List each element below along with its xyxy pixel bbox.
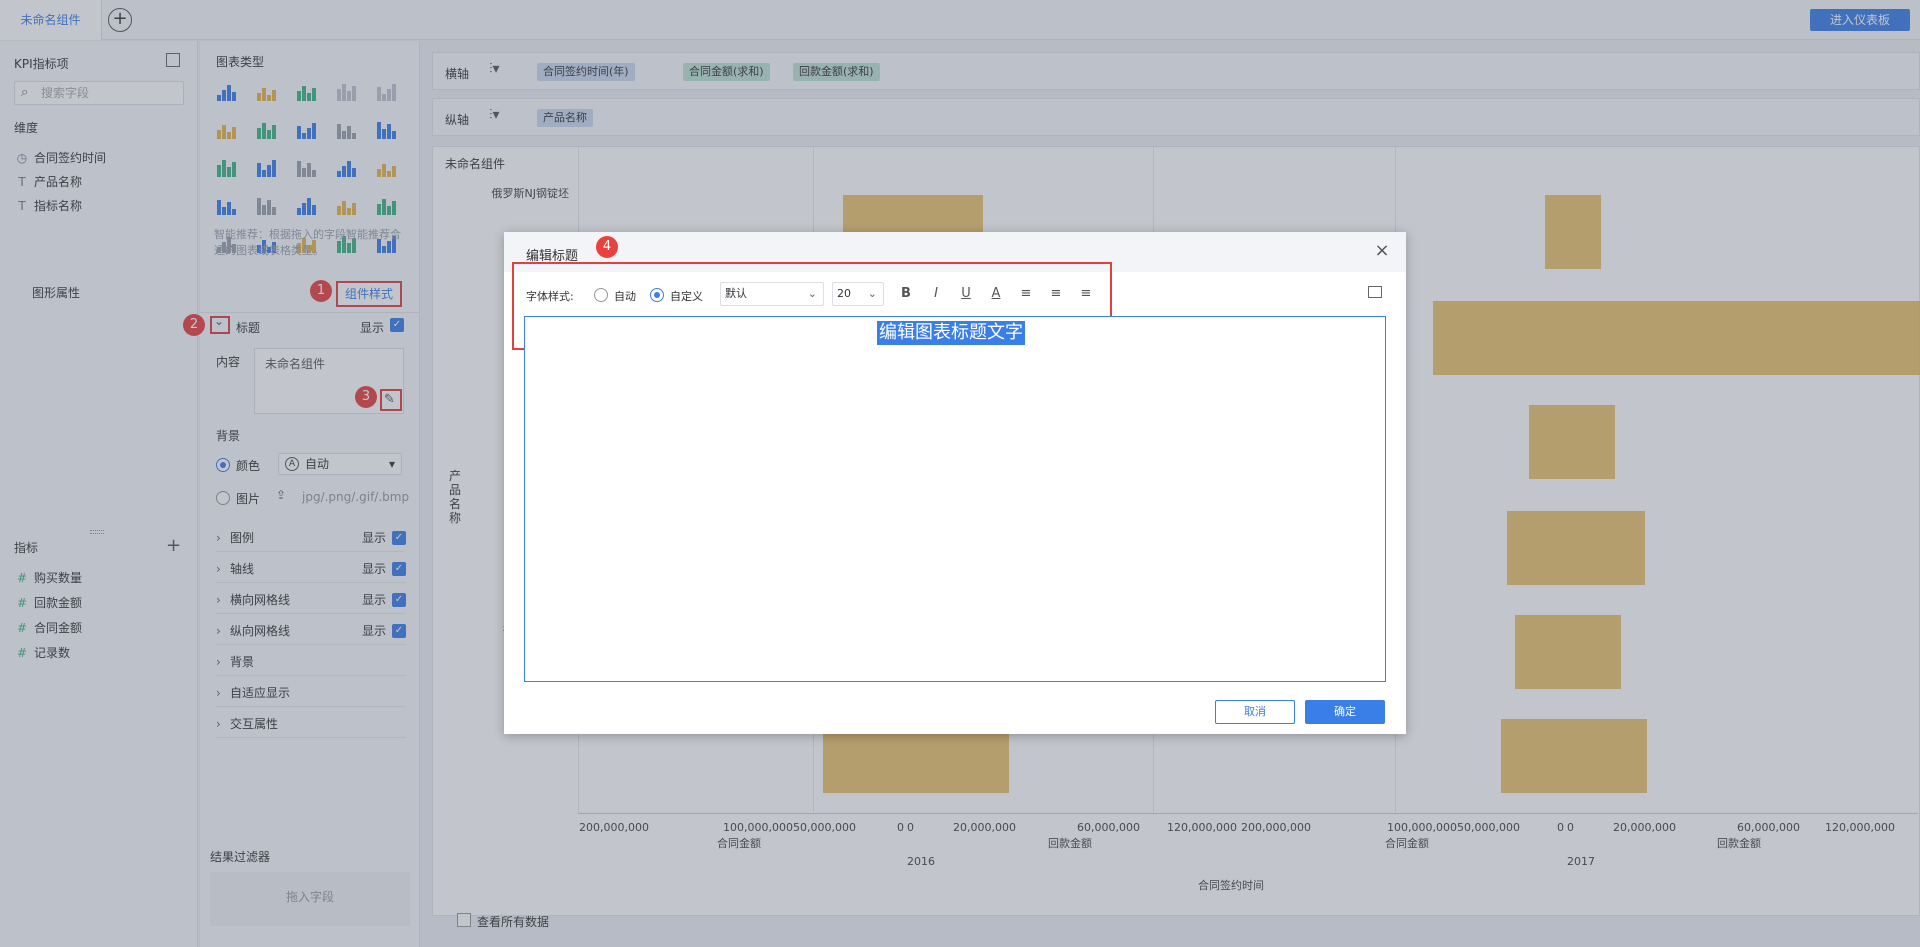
- italic-icon[interactable]: I: [928, 286, 944, 301]
- font-family-select[interactable]: 默认 ⌄: [720, 282, 824, 306]
- editor-selected-text: 编辑图表标题文字: [877, 321, 1025, 345]
- font-color-icon[interactable]: A: [988, 286, 1004, 301]
- align-left-icon[interactable]: ≡: [1018, 286, 1034, 301]
- chevron-down-icon: ⌄: [807, 287, 817, 300]
- edit-title-dialog: 编辑标题 × 4 字体样式: 自动 自定义 默认 ⌄ 20 ⌄ B I U A ≡ …: [504, 232, 1406, 734]
- chevron-down-icon: ⌄: [867, 287, 877, 300]
- font-style-label: 字体样式:: [526, 290, 574, 303]
- bold-icon[interactable]: B: [898, 286, 914, 301]
- insert-field-icon[interactable]: [1368, 286, 1382, 298]
- align-center-icon[interactable]: ≡: [1048, 286, 1064, 301]
- title-editor[interactable]: 编辑图表标题文字: [524, 316, 1386, 682]
- auto-label: 自动: [614, 290, 636, 303]
- custom-label: 自定义: [670, 290, 703, 303]
- cancel-button[interactable]: 取消: [1215, 700, 1295, 724]
- underline-icon[interactable]: U: [958, 286, 974, 301]
- custom-radio[interactable]: [650, 288, 664, 302]
- align-right-icon[interactable]: ≡: [1078, 286, 1094, 301]
- font-size-select[interactable]: 20 ⌄: [832, 282, 884, 306]
- close-icon[interactable]: ×: [1370, 240, 1394, 261]
- annotation-badge-4: 4: [596, 236, 618, 258]
- auto-radio[interactable]: [594, 288, 608, 302]
- ok-button[interactable]: 确定: [1305, 700, 1385, 724]
